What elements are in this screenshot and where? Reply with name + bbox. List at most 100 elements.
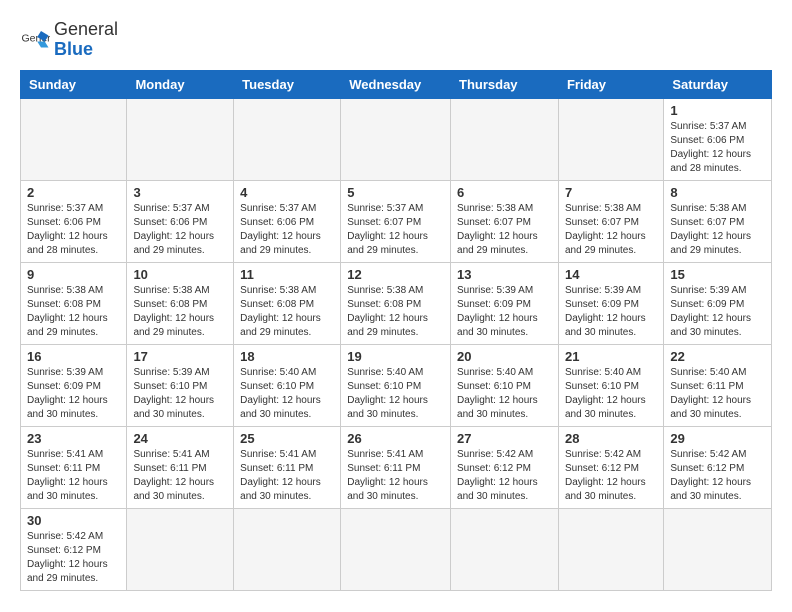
day-number: 27	[457, 431, 552, 446]
day-info: Sunrise: 5:42 AM Sunset: 6:12 PM Dayligh…	[457, 448, 552, 504]
calendar-table: SundayMondayTuesdayWednesdayThursdayFrid…	[20, 70, 772, 591]
week-row-4: 16Sunrise: 5:39 AM Sunset: 6:09 PM Dayli…	[21, 344, 772, 426]
day-number: 23	[27, 431, 120, 446]
day-info: Sunrise: 5:41 AM Sunset: 6:11 PM Dayligh…	[240, 448, 334, 504]
day-cell	[451, 98, 559, 180]
day-number: 29	[670, 431, 765, 446]
day-info: Sunrise: 5:39 AM Sunset: 6:10 PM Dayligh…	[133, 366, 227, 422]
day-number: 6	[457, 185, 552, 200]
day-cell: 20 Sunrise: 5:40 AM Sunset: 6:10 PM Dayli…	[451, 344, 559, 426]
day-number: 13	[457, 267, 552, 282]
logo: General General Blue	[20, 20, 118, 60]
day-number: 11	[240, 267, 334, 282]
day-cell: 19Sunrise: 5:40 AM Sunset: 6:10 PM Dayli…	[341, 344, 451, 426]
day-info: Sunrise: 5:38 AM Sunset: 6:08 PM Dayligh…	[240, 284, 334, 340]
day-info: Sunrise: 5:38 AM Sunset: 6:08 PM Dayligh…	[133, 284, 227, 340]
col-header-thursday: Thursday	[451, 70, 559, 98]
day-info: Sunrise: 5:42 AM Sunset: 6:12 PM Dayligh…	[565, 448, 657, 504]
day-info: Sunrise: 5:40 AM Sunset: 6:10 PM Dayligh…	[457, 366, 552, 422]
day-info: Sunrise: 5:37 AM Sunset: 6:06 PM Dayligh…	[133, 202, 227, 258]
day-cell	[127, 508, 234, 590]
week-row-6: 30Sunrise: 5:42 AM Sunset: 6:12 PM Dayli…	[21, 508, 772, 590]
week-row-2: 2 Sunrise: 5:37 AM Sunset: 6:06 PM Daylig…	[21, 180, 772, 262]
day-number: 24	[133, 431, 227, 446]
day-info: Sunrise: 5:38 AM Sunset: 6:07 PM Dayligh…	[670, 202, 765, 258]
day-number: 1	[670, 103, 765, 118]
day-cell	[234, 98, 341, 180]
day-info: Sunrise: 5:38 AM Sunset: 6:07 PM Dayligh…	[457, 202, 552, 258]
day-cell: 4 Sunrise: 5:37 AM Sunset: 6:06 PM Daylig…	[234, 180, 341, 262]
day-cell: 12Sunrise: 5:38 AM Sunset: 6:08 PM Dayli…	[341, 262, 451, 344]
day-number: 20	[457, 349, 552, 364]
day-cell: 1 Sunrise: 5:37 AM Sunset: 6:06 PM Daylig…	[664, 98, 772, 180]
day-number: 28	[565, 431, 657, 446]
day-info: Sunrise: 5:39 AM Sunset: 6:09 PM Dayligh…	[27, 366, 120, 422]
day-info: Sunrise: 5:42 AM Sunset: 6:12 PM Dayligh…	[670, 448, 765, 504]
week-row-5: 23 Sunrise: 5:41 AM Sunset: 6:11 PM Dayli…	[21, 426, 772, 508]
day-info: Sunrise: 5:37 AM Sunset: 6:07 PM Dayligh…	[347, 202, 444, 258]
day-cell: 14 Sunrise: 5:39 AM Sunset: 6:09 PM Dayli…	[558, 262, 663, 344]
day-number: 14	[565, 267, 657, 282]
day-number: 25	[240, 431, 334, 446]
day-info: Sunrise: 5:37 AM Sunset: 6:06 PM Dayligh…	[27, 202, 120, 258]
logo-icon: General	[20, 25, 50, 55]
day-cell: 21 Sunrise: 5:40 AM Sunset: 6:10 PM Dayli…	[558, 344, 663, 426]
col-header-friday: Friday	[558, 70, 663, 98]
day-number: 18	[240, 349, 334, 364]
day-cell	[341, 508, 451, 590]
day-number: 3	[133, 185, 227, 200]
day-cell: 15 Sunrise: 5:39 AM Sunset: 6:09 PM Dayli…	[664, 262, 772, 344]
day-number: 2	[27, 185, 120, 200]
col-header-saturday: Saturday	[664, 70, 772, 98]
col-header-sunday: Sunday	[21, 70, 127, 98]
day-number: 21	[565, 349, 657, 364]
day-info: Sunrise: 5:39 AM Sunset: 6:09 PM Dayligh…	[565, 284, 657, 340]
day-info: Sunrise: 5:39 AM Sunset: 6:09 PM Dayligh…	[457, 284, 552, 340]
day-info: Sunrise: 5:40 AM Sunset: 6:10 PM Dayligh…	[347, 366, 444, 422]
page-header: General General Blue	[20, 20, 772, 60]
day-cell	[664, 508, 772, 590]
day-info: Sunrise: 5:37 AM Sunset: 6:06 PM Dayligh…	[240, 202, 334, 258]
day-cell: 16Sunrise: 5:39 AM Sunset: 6:09 PM Dayli…	[21, 344, 127, 426]
day-cell: 13 Sunrise: 5:39 AM Sunset: 6:09 PM Dayli…	[451, 262, 559, 344]
day-info: Sunrise: 5:41 AM Sunset: 6:11 PM Dayligh…	[347, 448, 444, 504]
day-info: Sunrise: 5:38 AM Sunset: 6:07 PM Dayligh…	[565, 202, 657, 258]
day-number: 22	[670, 349, 765, 364]
day-cell: 25 Sunrise: 5:41 AM Sunset: 6:11 PM Dayli…	[234, 426, 341, 508]
day-cell: 27 Sunrise: 5:42 AM Sunset: 6:12 PM Dayli…	[451, 426, 559, 508]
day-cell: 2 Sunrise: 5:37 AM Sunset: 6:06 PM Daylig…	[21, 180, 127, 262]
day-cell: 26Sunrise: 5:41 AM Sunset: 6:11 PM Dayli…	[341, 426, 451, 508]
day-number: 17	[133, 349, 227, 364]
day-number: 10	[133, 267, 227, 282]
day-info: Sunrise: 5:41 AM Sunset: 6:11 PM Dayligh…	[27, 448, 120, 504]
day-cell: 5Sunrise: 5:37 AM Sunset: 6:07 PM Daylig…	[341, 180, 451, 262]
day-cell	[451, 508, 559, 590]
week-row-3: 9Sunrise: 5:38 AM Sunset: 6:08 PM Daylig…	[21, 262, 772, 344]
day-number: 15	[670, 267, 765, 282]
day-cell	[558, 98, 663, 180]
col-header-tuesday: Tuesday	[234, 70, 341, 98]
day-cell: 24Sunrise: 5:41 AM Sunset: 6:11 PM Dayli…	[127, 426, 234, 508]
day-number: 8	[670, 185, 765, 200]
day-number: 7	[565, 185, 657, 200]
day-cell	[558, 508, 663, 590]
day-info: Sunrise: 5:39 AM Sunset: 6:09 PM Dayligh…	[670, 284, 765, 340]
day-info: Sunrise: 5:42 AM Sunset: 6:12 PM Dayligh…	[27, 530, 120, 586]
day-cell: 18 Sunrise: 5:40 AM Sunset: 6:10 PM Dayli…	[234, 344, 341, 426]
day-cell	[234, 508, 341, 590]
col-header-monday: Monday	[127, 70, 234, 98]
day-cell: 6 Sunrise: 5:38 AM Sunset: 6:07 PM Daylig…	[451, 180, 559, 262]
day-info: Sunrise: 5:40 AM Sunset: 6:10 PM Dayligh…	[240, 366, 334, 422]
day-cell	[127, 98, 234, 180]
day-info: Sunrise: 5:38 AM Sunset: 6:08 PM Dayligh…	[347, 284, 444, 340]
week-row-1: 1 Sunrise: 5:37 AM Sunset: 6:06 PM Daylig…	[21, 98, 772, 180]
day-info: Sunrise: 5:40 AM Sunset: 6:10 PM Dayligh…	[565, 366, 657, 422]
day-info: Sunrise: 5:37 AM Sunset: 6:06 PM Dayligh…	[670, 120, 765, 176]
day-cell: 23 Sunrise: 5:41 AM Sunset: 6:11 PM Dayli…	[21, 426, 127, 508]
day-cell: 10 Sunrise: 5:38 AM Sunset: 6:08 PM Dayli…	[127, 262, 234, 344]
day-cell: 29 Sunrise: 5:42 AM Sunset: 6:12 PM Dayli…	[664, 426, 772, 508]
day-cell: 3 Sunrise: 5:37 AM Sunset: 6:06 PM Daylig…	[127, 180, 234, 262]
day-cell: 28 Sunrise: 5:42 AM Sunset: 6:12 PM Dayli…	[558, 426, 663, 508]
day-cell: 30Sunrise: 5:42 AM Sunset: 6:12 PM Dayli…	[21, 508, 127, 590]
day-number: 4	[240, 185, 334, 200]
